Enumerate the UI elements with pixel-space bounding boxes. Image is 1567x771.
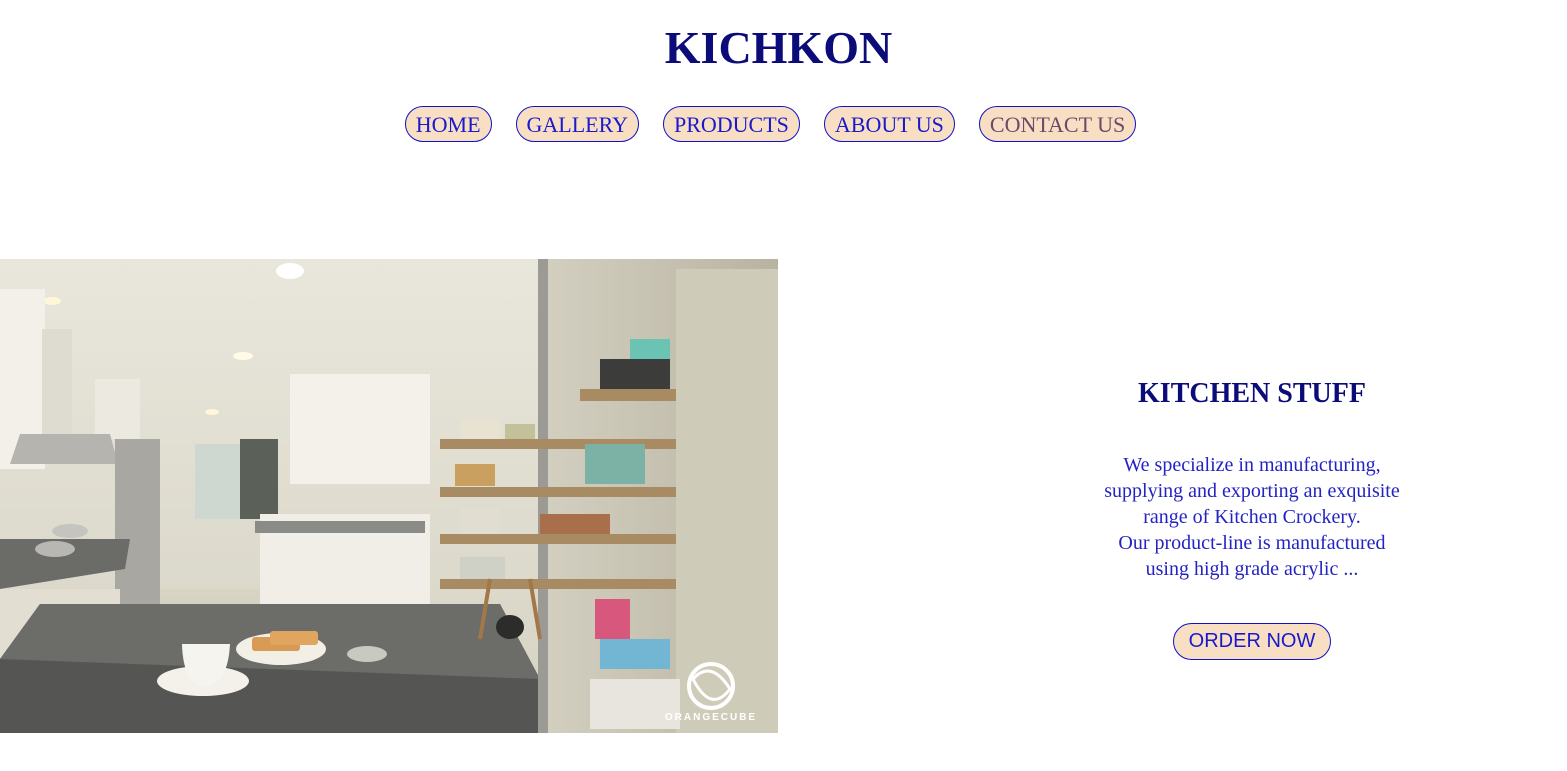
nav-gallery[interactable]: GALLERY bbox=[515, 106, 639, 142]
site-title: KICHKON bbox=[664, 22, 893, 73]
watermark-text: ORANGECUBE bbox=[665, 712, 757, 723]
nav-about-us[interactable]: ABOUT US bbox=[823, 106, 955, 142]
promo-description: We specialize in manufacturing, supplyin… bbox=[1052, 452, 1452, 582]
promo-line: We specialize in manufacturing, bbox=[1123, 454, 1381, 476]
nav-contact-us[interactable]: CONTACT US bbox=[978, 106, 1137, 142]
promo-section: KITCHEN STUFF We specialize in manufactu… bbox=[1052, 376, 1452, 660]
main-nav: HOME GALLERY PRODUCTS ABOUT US CONTACT U… bbox=[0, 106, 1541, 142]
promo-line: Our product-line is manufactured bbox=[1118, 532, 1386, 554]
nav-products[interactable]: PRODUCTS bbox=[662, 106, 800, 142]
promo-line: supplying and exporting an exquisite bbox=[1104, 480, 1400, 502]
promo-line: using high grade acrylic ... bbox=[1145, 558, 1359, 580]
order-now-button[interactable]: ORDER NOW bbox=[1172, 623, 1332, 660]
nav-home[interactable]: HOME bbox=[404, 106, 492, 142]
kitchen-photo: ORANGECUBE bbox=[0, 259, 778, 733]
promo-line: range of Kitchen Crockery. bbox=[1143, 506, 1361, 528]
promo-title: KITCHEN STUFF bbox=[1138, 378, 1366, 409]
